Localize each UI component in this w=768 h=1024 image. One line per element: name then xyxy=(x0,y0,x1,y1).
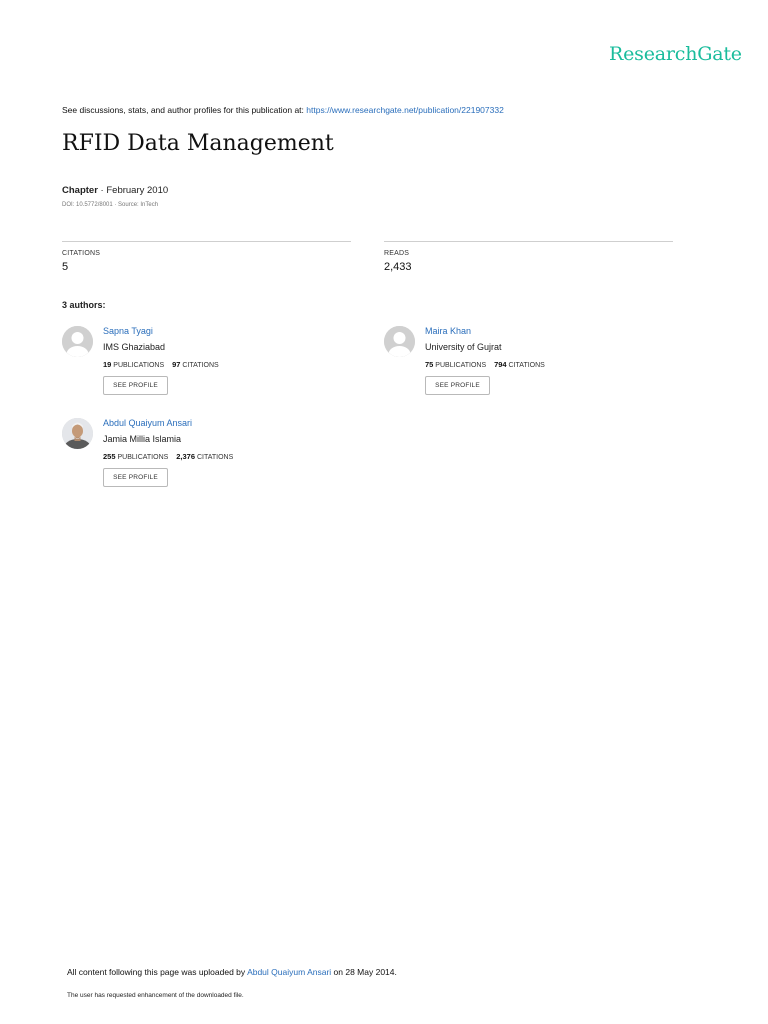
author-citations-count: 2,376 xyxy=(176,452,196,461)
reads-count: 2,433 xyxy=(384,261,412,273)
author-citations-count: 794 xyxy=(494,360,507,369)
author-card-1: Sapna Tyagi IMS Ghaziabad 19 PUBLICATION… xyxy=(62,326,332,406)
authors-heading: 3 authors: xyxy=(62,300,106,310)
author-stats: 19 PUBLICATIONS 97 CITATIONS xyxy=(103,360,219,369)
author-card-3: Abdul Quaiyum Ansari Jamia Millia Islami… xyxy=(62,418,332,498)
doi-source: DOI: 10.5772/8001 · Source: InTech xyxy=(62,202,159,208)
reads-label: READS xyxy=(384,250,410,257)
uploader-link[interactable]: Abdul Quaiyum Ansari xyxy=(247,967,331,977)
author-institution: IMS Ghaziabad xyxy=(103,342,166,352)
enhancement-note: The user has requested enhancement of th… xyxy=(67,992,244,999)
citations-label: CITATIONS xyxy=(62,250,101,257)
publications-label: PUBLICATIONS xyxy=(113,362,165,369)
author-photo-icon[interactable] xyxy=(62,418,93,449)
author-citations-label: CITATIONS xyxy=(196,454,234,461)
author-name-link[interactable]: Sapna Tyagi xyxy=(103,326,153,336)
publications-count: 75 xyxy=(425,360,434,369)
publications-label: PUBLICATIONS xyxy=(435,362,487,369)
publication-link[interactable]: https://www.researchgate.net/publication… xyxy=(306,105,504,115)
citations-count: 5 xyxy=(62,261,69,273)
see-profile-button[interactable]: SEE PROFILE xyxy=(103,468,168,487)
publication-date: February 2010 xyxy=(106,185,169,196)
publications-label: PUBLICATIONS xyxy=(117,454,169,461)
author-card-2: Maira Khan University of Gujrat 75 PUBLI… xyxy=(384,326,654,406)
publication-meta: Chapter · February 2010 xyxy=(62,185,168,196)
upload-info: All content following this page was uplo… xyxy=(67,967,397,977)
author-name-link[interactable]: Maira Khan xyxy=(425,326,471,336)
author-citations-label: CITATIONS xyxy=(182,362,219,369)
see-discussions-line: See discussions, stats, and author profi… xyxy=(62,105,504,115)
publications-count: 19 xyxy=(103,360,112,369)
author-stats: 75 PUBLICATIONS 794 CITATIONS xyxy=(425,360,545,369)
avatar-placeholder-icon[interactable] xyxy=(384,326,415,357)
publication-type: Chapter xyxy=(62,185,98,196)
reads-divider xyxy=(384,241,673,242)
upload-suffix: on 28 May 2014. xyxy=(333,967,397,977)
see-profile-button[interactable]: SEE PROFILE xyxy=(103,376,168,395)
researchgate-logo[interactable]: ResearchGate xyxy=(609,43,742,65)
publications-count: 255 xyxy=(103,452,116,461)
see-profile-button[interactable]: SEE PROFILE xyxy=(425,376,490,395)
citations-divider xyxy=(62,241,351,242)
author-citations-count: 97 xyxy=(172,360,181,369)
author-name-link[interactable]: Abdul Quaiyum Ansari xyxy=(103,418,192,428)
author-institution: University of Gujrat xyxy=(425,342,502,352)
author-stats: 255 PUBLICATIONS 2,376 CITATIONS xyxy=(103,452,233,461)
avatar-placeholder-icon[interactable] xyxy=(62,326,93,357)
author-citations-label: CITATIONS xyxy=(508,362,545,369)
publication-title: RFID Data Management xyxy=(62,131,334,156)
see-discussions-text: See discussions, stats, and author profi… xyxy=(62,105,304,115)
upload-prefix: All content following this page was uplo… xyxy=(67,967,246,977)
author-institution: Jamia Millia Islamia xyxy=(103,434,182,444)
